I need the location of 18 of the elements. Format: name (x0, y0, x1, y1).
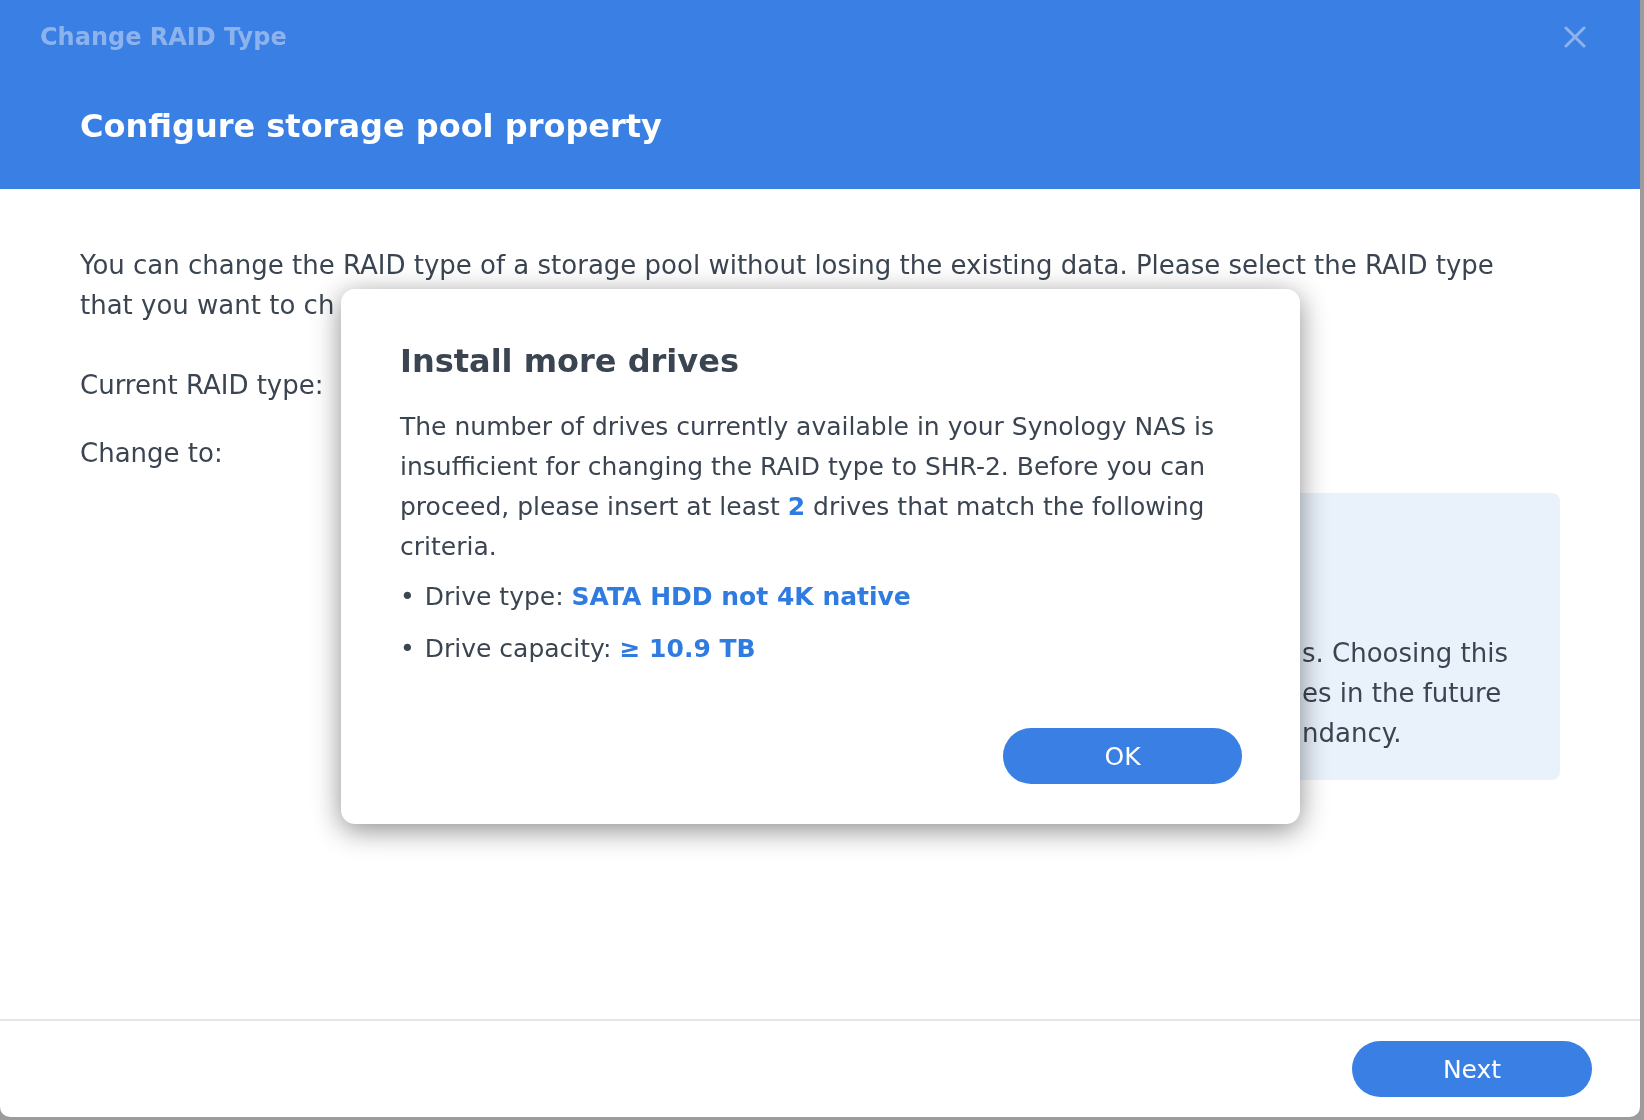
info-text: es in the future (1302, 677, 1503, 710)
field-label: Current RAID type: (80, 369, 324, 402)
close-icon[interactable] (1564, 26, 1586, 48)
description-text: You can change the RAID type of a storage pool without losing the existing data. Please select the RAID type (80, 249, 1495, 282)
bullet: • (400, 633, 415, 665)
page-heading: Configure storage pool property (80, 106, 663, 146)
window-title: Change RAID Type (40, 23, 287, 51)
dialog-message: The number of drives currently available in your Synology NAS is insufficient for changing the RAID type to SHR-2. Before you can proceed, please insert at least 2 drives that match the following criteria. (400, 411, 1216, 563)
next-button[interactable]: Next (1352, 1041, 1592, 1097)
ok-button[interactable]: OK (1003, 728, 1242, 784)
info-text: ndancy. (1302, 717, 1403, 750)
field-label: Change to: (80, 437, 223, 470)
dialog-title: Install more drives (400, 341, 740, 381)
criteria-item: Drive capacity: ≥ 10.9 TB (424, 633, 756, 665)
criteria-item: Drive type: SATA HDD not 4K native (424, 581, 911, 613)
info-text: s. Choosing this (1302, 637, 1509, 670)
bullet: • (400, 581, 415, 613)
description-text: that you want to ch (80, 289, 336, 322)
